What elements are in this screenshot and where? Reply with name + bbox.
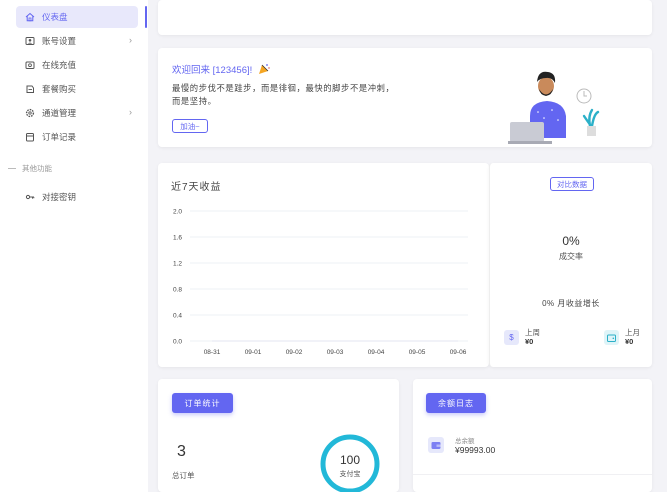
- y-tick-label: 1.2: [173, 261, 182, 268]
- ring-label: 支付宝: [339, 471, 361, 478]
- sidebar-item-label: 套餐购买: [42, 84, 77, 94]
- total-orders-label: 总订单: [172, 471, 195, 480]
- sidebar-item-packages[interactable]: 套餐购买: [16, 78, 138, 100]
- order-stats-button[interactable]: 订单统计: [172, 393, 233, 413]
- divider: [413, 474, 652, 475]
- total-balance-value: ¥99993.00: [455, 445, 496, 455]
- welcome-title: 欢迎回来 [123456]!: [172, 62, 270, 78]
- last-month-value: ¥0: [625, 337, 634, 346]
- sidebar-item-label: 对接密钥: [42, 192, 77, 202]
- x-tick-label: 08-31: [204, 349, 221, 356]
- sidebar-item-label: 仪表盘: [42, 12, 68, 22]
- cheer-button[interactable]: 加油~: [172, 119, 208, 133]
- x-tick-label: 09-04: [368, 349, 385, 356]
- compare-card: 对比数据 0% 成交率 0% 月收益增长 $ 上周 ¥0 上月 ¥0: [489, 163, 652, 367]
- sidebar-item-label: 通道管理: [42, 108, 77, 118]
- balance-log-button[interactable]: 余额日志: [426, 393, 486, 413]
- sidebar-item-label: 在线充值: [42, 60, 77, 70]
- recharge-icon: [25, 60, 35, 70]
- y-tick-label: 1.6: [173, 235, 182, 242]
- x-tick-label: 09-01: [245, 349, 262, 356]
- chevron-right-icon: ›: [129, 107, 132, 117]
- last-week-value: ¥0: [525, 337, 534, 346]
- balance-log-card: 余额日志 总余额 ¥99993.00: [413, 379, 652, 492]
- developer-illustration: [508, 71, 600, 144]
- active-indicator: [145, 6, 147, 28]
- home-icon: [25, 12, 35, 22]
- sidebar-item-orders[interactable]: 订单记录: [16, 126, 138, 148]
- earnings-chart-card: 近7天收益 0.0 0.4 0.8 1.2 1.6 2.0 08-31 09-01 09-02 0…: [158, 163, 489, 367]
- x-tick-label: 09-06: [450, 349, 467, 356]
- welcome-quote-line2: 而是坚持。: [172, 96, 217, 106]
- sidebar-item-account-settings[interactable]: 账号设置 ›: [16, 30, 138, 52]
- total-orders-value: 3: [177, 443, 186, 460]
- order-icon: [25, 132, 35, 142]
- y-tick-label: 2.0: [173, 209, 182, 216]
- x-tick-label: 09-03: [327, 349, 344, 356]
- x-tick-label: 09-02: [286, 349, 303, 356]
- user-card-icon: [25, 36, 35, 46]
- wallet-icon: [604, 330, 619, 345]
- ring-value: 100: [339, 453, 361, 467]
- divider: [8, 168, 16, 169]
- sidebar: 仪表盘 账号设置 › 在线充值 套餐购买 通道管理 › 订单记录 其他功能 对接…: [0, 0, 148, 492]
- gear-icon: [25, 108, 35, 118]
- last-month-label: 上月: [625, 328, 640, 337]
- welcome-card: 欢迎回来 [123456]! 最慢的步伐不是跬步，而是徘徊，最快的脚步不是冲刺，…: [158, 48, 652, 147]
- sidebar-item-label: 订单记录: [42, 132, 77, 142]
- welcome-quote-line1: 最慢的步伐不是跬步，而是徘徊，最快的脚步不是冲刺，: [172, 83, 395, 93]
- x-tick-label: 09-05: [409, 349, 426, 356]
- sidebar-item-api-key[interactable]: 对接密钥: [16, 186, 138, 208]
- conversion-rate-label: 成交率: [559, 252, 583, 261]
- chevron-right-icon: ›: [129, 35, 132, 45]
- section-label: 其他功能: [8, 163, 52, 174]
- total-balance-label: 总余额: [455, 438, 475, 445]
- party-popper-icon: [258, 63, 270, 78]
- earnings-line-chart: 0.0 0.4 0.8 1.2 1.6 2.0 08-31 09-01 09-02 09-03 09…: [173, 209, 468, 356]
- sidebar-item-label: 账号设置: [42, 36, 77, 46]
- dollar-icon: $: [504, 330, 519, 345]
- last-week-label: 上周: [525, 328, 540, 337]
- sidebar-item-recharge[interactable]: 在线充值: [16, 54, 138, 76]
- y-tick-label: 0.0: [173, 339, 182, 346]
- order-stats-card: 订单统计 3 总订单 100 支付宝: [158, 379, 399, 492]
- y-tick-label: 0.8: [173, 287, 182, 294]
- sidebar-item-dashboard[interactable]: 仪表盘: [16, 6, 138, 28]
- wallet-icon: [428, 437, 444, 453]
- conversion-rate-value: 0%: [562, 234, 580, 248]
- sidebar-item-channels[interactable]: 通道管理 ›: [16, 102, 138, 124]
- monthly-growth: 0% 月收益增长: [542, 299, 600, 308]
- compare-data-button[interactable]: 对比数据: [550, 177, 594, 191]
- key-icon: [25, 192, 35, 202]
- top-card: [158, 0, 652, 35]
- y-tick-label: 0.4: [173, 313, 182, 320]
- package-icon: [25, 84, 35, 94]
